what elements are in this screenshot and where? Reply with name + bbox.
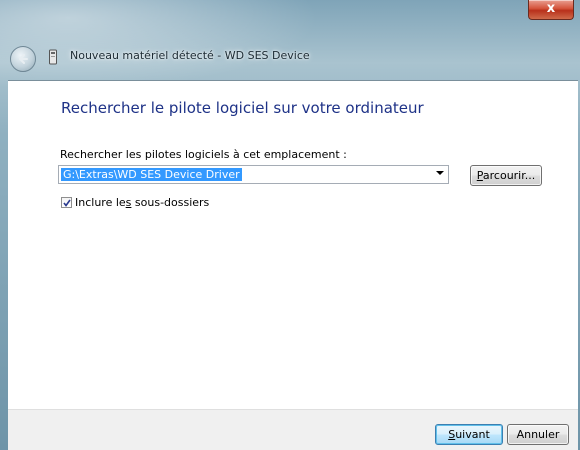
checkmark-icon bbox=[63, 199, 71, 207]
path-label: Rechercher les pilotes logiciels à cet e… bbox=[60, 148, 347, 161]
include-subfolders-checkbox[interactable] bbox=[61, 197, 72, 208]
dropdown-arrow-icon[interactable] bbox=[436, 171, 444, 175]
button-bar: Suivant Annuler bbox=[8, 409, 578, 450]
page-heading: Rechercher le pilote logiciel sur votre … bbox=[61, 99, 424, 117]
browse-button[interactable]: Parcourir... bbox=[470, 165, 542, 186]
next-button[interactable]: Suivant bbox=[435, 424, 503, 445]
content-panel: Rechercher le pilote logiciel sur votre … bbox=[8, 80, 578, 410]
path-combobox[interactable]: G:\Extras\WD SES Device Driver bbox=[58, 165, 449, 184]
wizard-window: x Nouveau matériel détecté - WD SES Devi… bbox=[0, 0, 580, 450]
include-label-post: sous-dossiers bbox=[131, 196, 210, 209]
title-bar: x Nouveau matériel détecté - WD SES Devi… bbox=[0, 0, 580, 80]
cancel-button[interactable]: Annuler bbox=[507, 424, 569, 445]
close-button[interactable]: x bbox=[528, 0, 574, 20]
cancel-label: Annuler bbox=[516, 428, 560, 441]
include-label-pre: Inclure le bbox=[75, 196, 126, 209]
browse-label: arcourir... bbox=[482, 169, 536, 182]
back-arrow-icon bbox=[19, 54, 28, 64]
back-button[interactable] bbox=[10, 46, 36, 72]
include-subfolders-label: Inclure les sous-dossiers bbox=[75, 196, 209, 209]
next-label: uivant bbox=[455, 428, 490, 441]
path-value[interactable]: G:\Extras\WD SES Device Driver bbox=[61, 168, 242, 181]
device-icon bbox=[49, 49, 57, 65]
window-title: Nouveau matériel détecté - WD SES Device bbox=[70, 49, 310, 62]
close-icon: x bbox=[546, 1, 556, 16]
